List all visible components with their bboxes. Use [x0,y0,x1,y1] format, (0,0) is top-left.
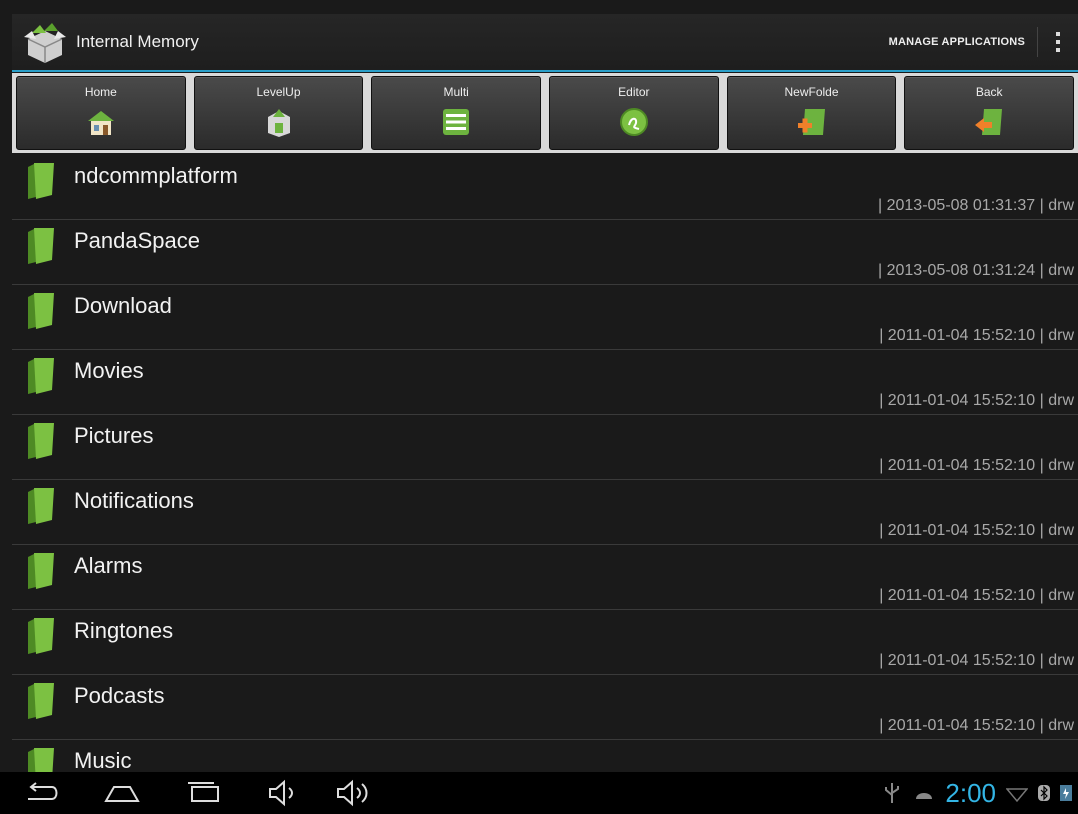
file-meta: | 2011-01-04 15:52:10 | drw [879,652,1074,669]
file-manager-screen: Internal Memory MANAGE APPLICATIONS Home… [0,0,1078,814]
new-folder-icon [797,109,825,135]
file-name: PandaSpace [74,228,200,253]
file-name: Ringtones [74,618,174,643]
action-bar: Internal Memory MANAGE APPLICATIONS [12,14,1078,70]
app-logo-icon[interactable] [22,19,68,65]
action-bar-accent-line [12,70,1078,72]
overflow-menu-button[interactable] [1038,14,1078,70]
folder-icon [28,358,54,394]
list-item[interactable]: ndcommplatform | 2013-05-08 01:31:37 | d… [12,155,1078,220]
file-meta: | 2011-01-04 15:52:10 | drw [879,392,1074,409]
home-label: Home [84,85,117,99]
list-item[interactable]: Alarms | 2011-01-04 15:52:10 | drw [12,545,1078,610]
list-item[interactable]: Podcasts | 2011-01-04 15:52:10 | drw [12,675,1078,740]
app-title: Internal Memory [76,32,199,51]
home-icon [87,111,114,135]
folder-icon [28,228,54,264]
list-item[interactable]: Notifications | 2011-01-04 15:52:10 | dr… [12,480,1078,545]
folder-icon [28,553,54,589]
volume-down-icon[interactable] [264,777,304,809]
file-meta: | 2011-01-04 15:52:10 | drw [879,457,1074,474]
manage-applications-button[interactable]: MANAGE APPLICATIONS [877,36,1037,48]
folder-icon [28,293,54,329]
file-name: Download [74,293,172,318]
list-item[interactable]: Pictures | 2011-01-04 15:52:10 | drw [12,415,1078,480]
toolbar: Home LevelUp Multi Editor NewFolde Back [12,73,1078,153]
list-item[interactable]: Music [12,740,1078,772]
bluetooth-icon [1038,785,1050,801]
new-folder-button[interactable]: NewFolde [726,76,897,150]
system-navigation-bar: 2:00 [0,772,1078,814]
overflow-menu-icon [1056,30,1060,54]
file-name: Movies [74,358,144,383]
folder-icon [28,423,54,459]
wifi-icon [1006,788,1028,803]
list-item[interactable]: Movies | 2011-01-04 15:52:10 | drw [12,350,1078,415]
folder-icon [28,748,54,772]
folder-icon [28,618,54,654]
file-list[interactable]: ndcommplatform | 2013-05-08 01:31:37 | d… [12,155,1078,772]
folder-icon [28,488,54,524]
list-item[interactable]: PandaSpace | 2013-05-08 01:31:24 | drw [12,220,1078,285]
level-up-button[interactable]: LevelUp [193,76,364,150]
file-name: Notifications [74,488,194,513]
folder-icon [28,163,54,199]
file-meta: | 2011-01-04 15:52:10 | drw [879,587,1074,604]
file-name: ndcommplatform [74,163,238,188]
file-meta: | 2011-01-04 15:52:10 | drw [879,717,1074,734]
status-area: 2:00 [881,772,1072,814]
list-item[interactable]: Ringtones | 2011-01-04 15:52:10 | drw [12,610,1078,675]
file-name: Podcasts [74,683,165,708]
file-name: Pictures [74,423,154,448]
editor-button[interactable]: Editor [549,76,719,150]
list-item[interactable]: Download | 2011-01-04 15:52:10 | drw [12,285,1078,350]
editor-icon [619,108,648,136]
android-debug-icon [916,793,933,799]
new-folder-label: NewFolde [784,85,839,99]
battery-icon [1060,785,1072,801]
back-label: Back [975,85,1003,99]
home-nav-icon[interactable] [102,777,142,809]
level-up-label: LevelUp [256,85,301,99]
file-name: Music [74,748,132,772]
usb-icon [885,783,900,803]
back-button[interactable]: Back [904,76,1075,150]
clock: 2:00 [945,777,996,808]
back-icon [975,109,1003,135]
editor-label: Editor [618,85,650,99]
volume-up-icon[interactable] [334,777,374,809]
multi-button[interactable]: Multi [371,76,542,150]
file-meta: | 2011-01-04 15:52:10 | drw [879,327,1074,344]
home-button[interactable]: Home [16,76,186,150]
file-meta: | 2013-05-08 01:31:37 | drw [878,197,1074,214]
multi-select-icon [443,109,470,135]
folder-icon [28,683,54,719]
file-meta: | 2013-05-08 01:31:24 | drw [878,262,1074,279]
back-nav-icon[interactable] [22,777,62,809]
level-up-icon [267,109,290,137]
file-meta: | 2011-01-04 15:52:10 | drw [879,522,1074,539]
recent-apps-icon[interactable] [184,777,224,809]
multi-label: Multi [443,85,469,99]
file-name: Alarms [74,553,143,578]
